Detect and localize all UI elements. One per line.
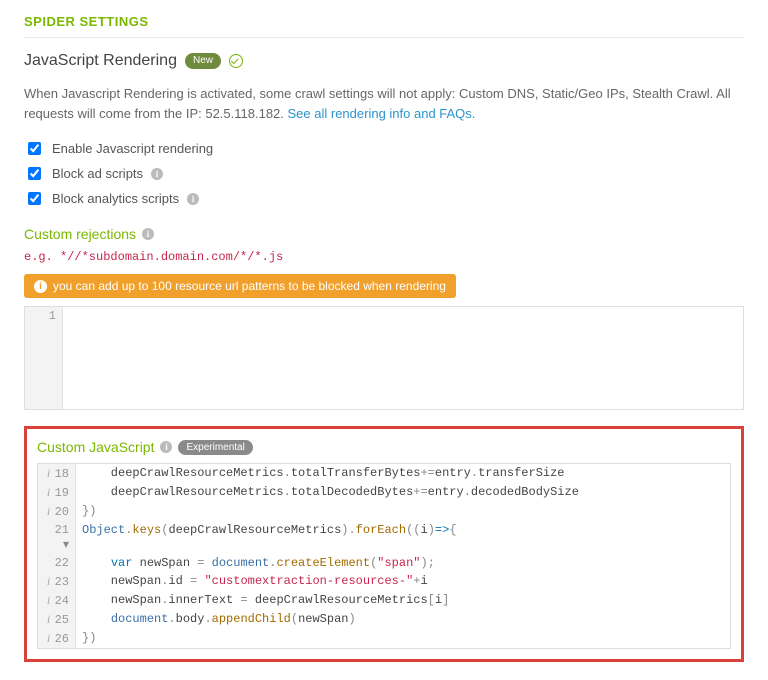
checkbox-2[interactable] xyxy=(28,192,41,205)
custom-js-title: Custom JavaScript xyxy=(37,439,154,455)
breakpoint-icon[interactable]: i xyxy=(45,504,53,519)
checkbox-1[interactable] xyxy=(28,167,41,180)
gutter-line: i20 xyxy=(38,502,76,521)
code-line[interactable]: newSpan.id = "customextraction-resources… xyxy=(76,572,434,591)
breakpoint-icon[interactable]: i xyxy=(45,485,53,500)
info-icon[interactable]: i xyxy=(151,168,163,180)
page-title: SPIDER SETTINGS xyxy=(24,14,744,29)
checkbox-label: Enable Javascript rendering xyxy=(52,141,213,156)
info-icon[interactable]: i xyxy=(142,228,154,240)
info-icon[interactable]: i xyxy=(187,193,199,205)
new-badge: New xyxy=(185,53,221,69)
divider xyxy=(24,37,744,38)
breakpoint-icon[interactable]: i xyxy=(45,574,53,589)
info-circle-icon: i xyxy=(34,280,47,293)
breakpoint-icon[interactable]: i xyxy=(45,466,53,481)
experimental-badge: Experimental xyxy=(178,440,252,455)
code-line[interactable]: deepCrawlResourceMetrics.totalTransferBy… xyxy=(76,464,571,483)
gutter-line: 21 ▾ xyxy=(38,521,76,554)
code-line[interactable]: Object.keys(deepCrawlResourceMetrics).fo… xyxy=(76,521,463,554)
rendering-faq-link[interactable]: See all rendering info and FAQs. xyxy=(288,106,476,121)
alert-text: you can add up to 100 resource url patte… xyxy=(53,279,446,293)
breakpoint-icon[interactable]: i xyxy=(45,593,53,608)
code-line[interactable]: var newSpan = document.createElement("sp… xyxy=(76,554,441,572)
check-circle-icon xyxy=(229,54,243,68)
checkbox-row: Enable Javascript rendering xyxy=(24,139,744,158)
gutter-line: i19 xyxy=(38,483,76,502)
gutter-line: 22 xyxy=(38,554,76,572)
breakpoint-icon[interactable]: i xyxy=(45,631,53,646)
checkbox-0[interactable] xyxy=(28,142,41,155)
code-line[interactable]: document.body.appendChild(newSpan) xyxy=(76,610,362,629)
checkbox-row: Block analytics scripts i xyxy=(24,189,744,208)
info-icon[interactable]: i xyxy=(160,441,172,453)
code-line[interactable] xyxy=(63,307,75,325)
breakpoint-icon[interactable]: i xyxy=(45,612,53,627)
rejections-editor[interactable]: 1 xyxy=(24,306,744,410)
rejections-alert: i you can add up to 100 resource url pat… xyxy=(24,274,456,298)
section-title-js-rendering: JavaScript Rendering xyxy=(24,52,177,70)
code-line[interactable]: newSpan.innerText = deepCrawlResourceMet… xyxy=(76,591,455,610)
custom-js-editor[interactable]: i18 deepCrawlResourceMetrics.totalTransf… xyxy=(37,463,731,649)
rejections-title-text: Custom rejections xyxy=(24,226,136,242)
section-title-rejections: Custom rejections i xyxy=(24,226,744,242)
checkbox-label: Block analytics scripts xyxy=(52,191,179,206)
checkbox-label: Block ad scripts xyxy=(52,166,143,181)
gutter-line: i25 xyxy=(38,610,76,629)
gutter-line: i24 xyxy=(38,591,76,610)
gutter-line: 1 xyxy=(25,307,63,325)
code-line[interactable]: }) xyxy=(76,502,102,521)
intro-paragraph: When Javascript Rendering is activated, … xyxy=(24,84,744,123)
code-line[interactable]: deepCrawlResourceMetrics.totalDecodedByt… xyxy=(76,483,585,502)
checkbox-row: Block ad scripts i xyxy=(24,164,744,183)
gutter-line: i23 xyxy=(38,572,76,591)
gutter-line: i26 xyxy=(38,629,76,648)
rejections-example: e.g. *//*subdomain.domain.com/*/*.js xyxy=(24,250,744,264)
gutter-line: i18 xyxy=(38,464,76,483)
custom-js-section: Custom JavaScript i Experimental i18 dee… xyxy=(24,426,744,662)
code-line[interactable]: }) xyxy=(76,629,102,648)
